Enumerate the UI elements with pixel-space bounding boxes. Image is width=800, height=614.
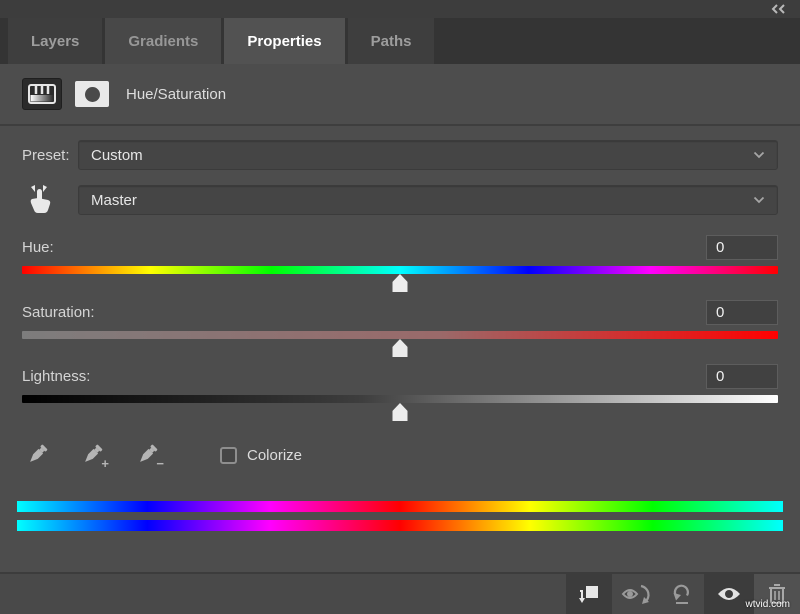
add-to-sample-eyedropper-button[interactable]: + <box>77 438 107 472</box>
tab-gradients[interactable]: Gradients <box>105 18 221 64</box>
minus-modifier: − <box>156 456 164 471</box>
colorize-label: Colorize <box>247 447 302 464</box>
clip-to-layer-button[interactable] <box>566 574 612 614</box>
view-previous-state-icon <box>621 583 651 605</box>
preset-dropdown[interactable]: Custom <box>78 140 778 170</box>
channel-value: Master <box>91 192 753 209</box>
lightness-label: Lightness: <box>22 368 90 385</box>
lightness-value-input[interactable] <box>706 364 778 389</box>
delete-adjustment-trash-icon <box>766 582 788 606</box>
hue-saturation-adjustment-icon[interactable] <box>22 78 62 110</box>
saturation-track[interactable] <box>22 331 778 339</box>
panel-title-strip <box>0 0 800 18</box>
collapse-panel-icon[interactable] <box>770 3 788 15</box>
input-hue-spectrum-bar <box>17 501 783 512</box>
hue-saturation-panel: Preset: Custom Master Hue: <box>0 126 800 572</box>
layer-mask-icon[interactable] <box>75 81 109 107</box>
chevron-down-icon <box>753 196 765 204</box>
toggle-visibility-eye-icon <box>716 585 742 603</box>
adjustment-title: Hue/Saturation <box>126 86 226 103</box>
saturation-slider-thumb[interactable] <box>393 339 408 357</box>
hue-value-input[interactable] <box>706 235 778 260</box>
tab-paths[interactable]: Paths <box>348 18 435 64</box>
panel-tab-bar: Layers Gradients Properties Paths <box>0 18 800 64</box>
delete-adjustment-button[interactable] <box>754 574 800 614</box>
reset-adjustment-icon <box>670 582 694 606</box>
hue-track[interactable] <box>22 266 778 274</box>
hue-label: Hue: <box>22 239 54 256</box>
hue-slider-thumb[interactable] <box>393 274 408 292</box>
colorize-checkbox[interactable] <box>220 447 237 464</box>
subtract-from-sample-eyedropper-button[interactable]: − <box>132 438 162 472</box>
preset-value: Custom <box>91 147 753 164</box>
targeted-adjustment-tool-button[interactable] <box>22 183 78 217</box>
reset-adjustment-button[interactable] <box>660 574 704 614</box>
properties-footer-bar <box>0 572 800 614</box>
hue-slider-group: Hue: <box>22 234 778 293</box>
preset-label: Preset: <box>22 147 78 164</box>
eyedropper-button[interactable] <box>22 438 52 472</box>
lightness-slider-thumb[interactable] <box>393 403 408 421</box>
output-hue-spectrum-bar <box>17 520 783 531</box>
eyedropper-row: + − Colorize <box>22 438 778 472</box>
tab-properties[interactable]: Properties <box>224 18 344 64</box>
lightness-slider-group: Lightness: <box>22 363 778 422</box>
chevron-down-icon <box>753 151 765 159</box>
hue-spectrum-bars <box>17 501 783 531</box>
tab-layers[interactable]: Layers <box>8 18 102 64</box>
channel-dropdown[interactable]: Master <box>78 185 778 215</box>
lightness-track[interactable] <box>22 395 778 403</box>
saturation-label: Saturation: <box>22 304 95 321</box>
clip-to-layer-icon <box>577 582 601 606</box>
eyedropper-icon <box>24 442 50 468</box>
properties-header: Hue/Saturation <box>0 64 800 124</box>
targeted-adjustment-tool-icon <box>22 183 56 217</box>
mask-circle <box>85 87 100 102</box>
toggle-visibility-button[interactable] <box>704 574 754 614</box>
saturation-slider-group: Saturation: <box>22 299 778 358</box>
saturation-value-input[interactable] <box>706 300 778 325</box>
plus-modifier: + <box>101 456 109 471</box>
view-previous-state-button[interactable] <box>612 574 660 614</box>
